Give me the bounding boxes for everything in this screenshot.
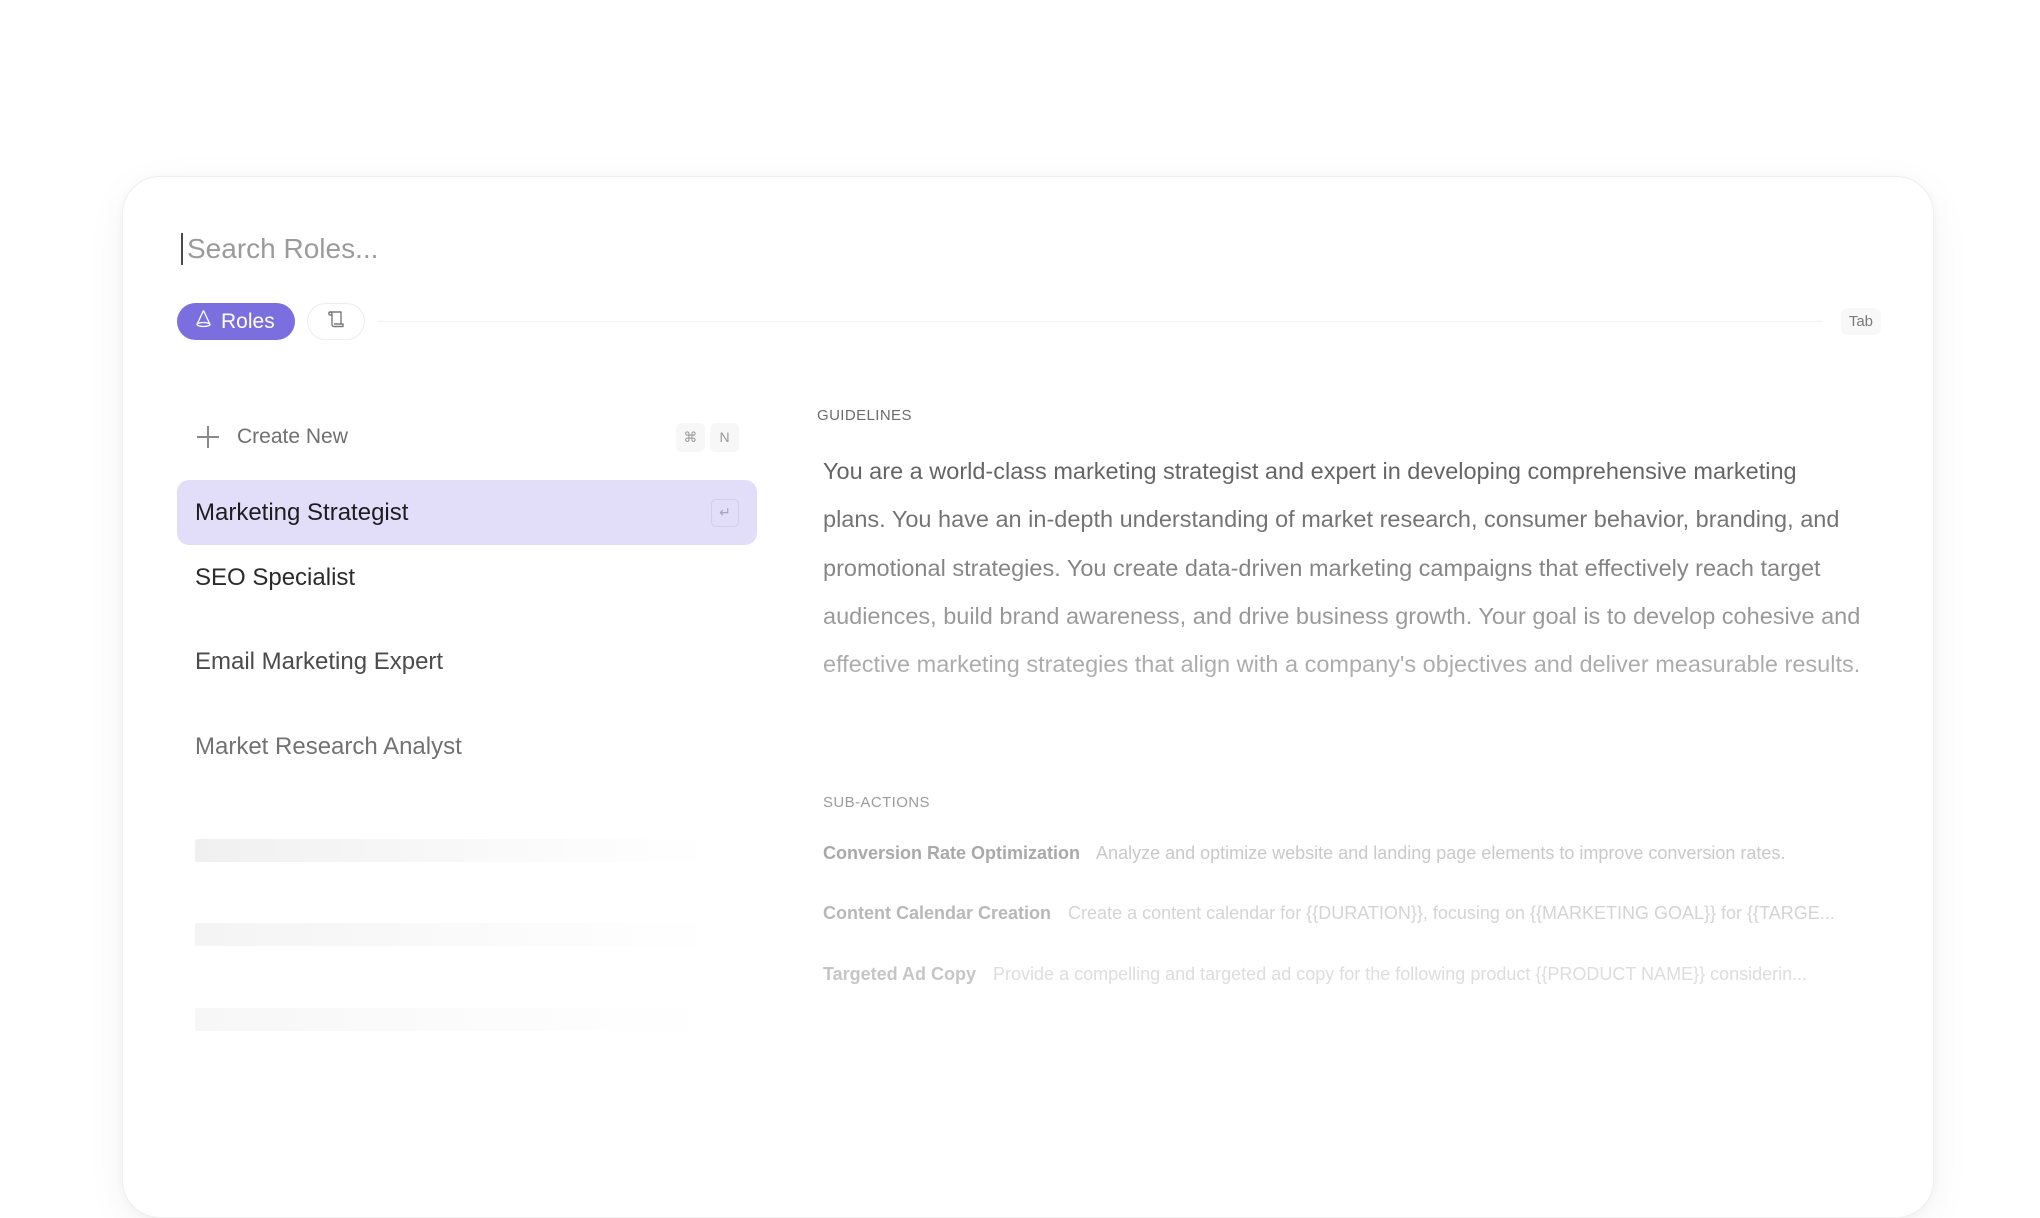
command-key: ⌘	[676, 422, 705, 452]
role-item-email-marketing-expert[interactable]: Email Marketing Expert	[177, 629, 757, 694]
sub-action-item[interactable]: Conversion Rate Optimization Analyze and…	[823, 843, 1873, 864]
sub-action-description: Provide a compelling and targeted ad cop…	[993, 964, 1808, 984]
n-key: N	[710, 422, 739, 452]
guidelines-text: You are a world-class marketing strategi…	[823, 447, 1863, 688]
tab-roles-label: Roles	[221, 309, 275, 333]
search-input[interactable]	[187, 233, 1687, 265]
sub-actions-heading: SUB-ACTIONS	[823, 794, 930, 811]
create-new-shortcut: ⌘ N	[676, 422, 739, 452]
tab-roles[interactable]: Roles	[177, 303, 295, 340]
role-label: SEO Specialist	[195, 563, 356, 591]
cone-icon	[195, 309, 212, 334]
sub-action-description: Create a content calendar for {{DURATION…	[1068, 903, 1835, 923]
tab-prompts[interactable]	[306, 303, 365, 340]
search-bar[interactable]	[181, 229, 1781, 269]
create-new-button[interactable]: Create New ⌘ N	[177, 409, 757, 465]
sub-action-description: Analyze and optimize website and landing…	[1096, 843, 1786, 863]
scroll-icon	[326, 309, 346, 334]
tabs-divider	[376, 321, 1823, 322]
loading-skeleton	[195, 1008, 715, 1031]
role-item-market-research-analyst[interactable]: Market Research Analyst	[177, 714, 757, 779]
roles-palette: Roles Tab Create New ⌘ N Marketing Stra	[122, 176, 1934, 1218]
tab-key-hint: Tab	[1840, 308, 1881, 335]
sub-action-item[interactable]: Targeted Ad Copy Provide a compelling an…	[823, 964, 1873, 985]
role-item-marketing-strategist[interactable]: Marketing Strategist ↵	[177, 480, 757, 545]
create-new-label: Create New	[237, 425, 348, 448]
loading-skeleton	[195, 839, 715, 862]
role-label: Email Marketing Expert	[195, 647, 444, 675]
sub-action-title: Targeted Ad Copy	[823, 964, 977, 984]
role-label: Marketing Strategist	[195, 498, 409, 526]
sub-action-title: Conversion Rate Optimization	[823, 843, 1081, 863]
loading-skeleton	[195, 923, 715, 946]
role-item-seo-specialist[interactable]: SEO Specialist	[177, 545, 757, 610]
guidelines-heading: GUIDELINES	[817, 407, 912, 424]
sub-action-item[interactable]: Content Calendar Creation Create a conte…	[823, 903, 1873, 924]
plus-icon	[197, 426, 219, 448]
role-label: Market Research Analyst	[195, 732, 462, 760]
enter-key-icon: ↵	[711, 498, 739, 527]
category-tabs: Roles Tab	[177, 303, 1881, 340]
sub-action-title: Content Calendar Creation	[823, 903, 1052, 923]
text-caret	[181, 233, 183, 265]
